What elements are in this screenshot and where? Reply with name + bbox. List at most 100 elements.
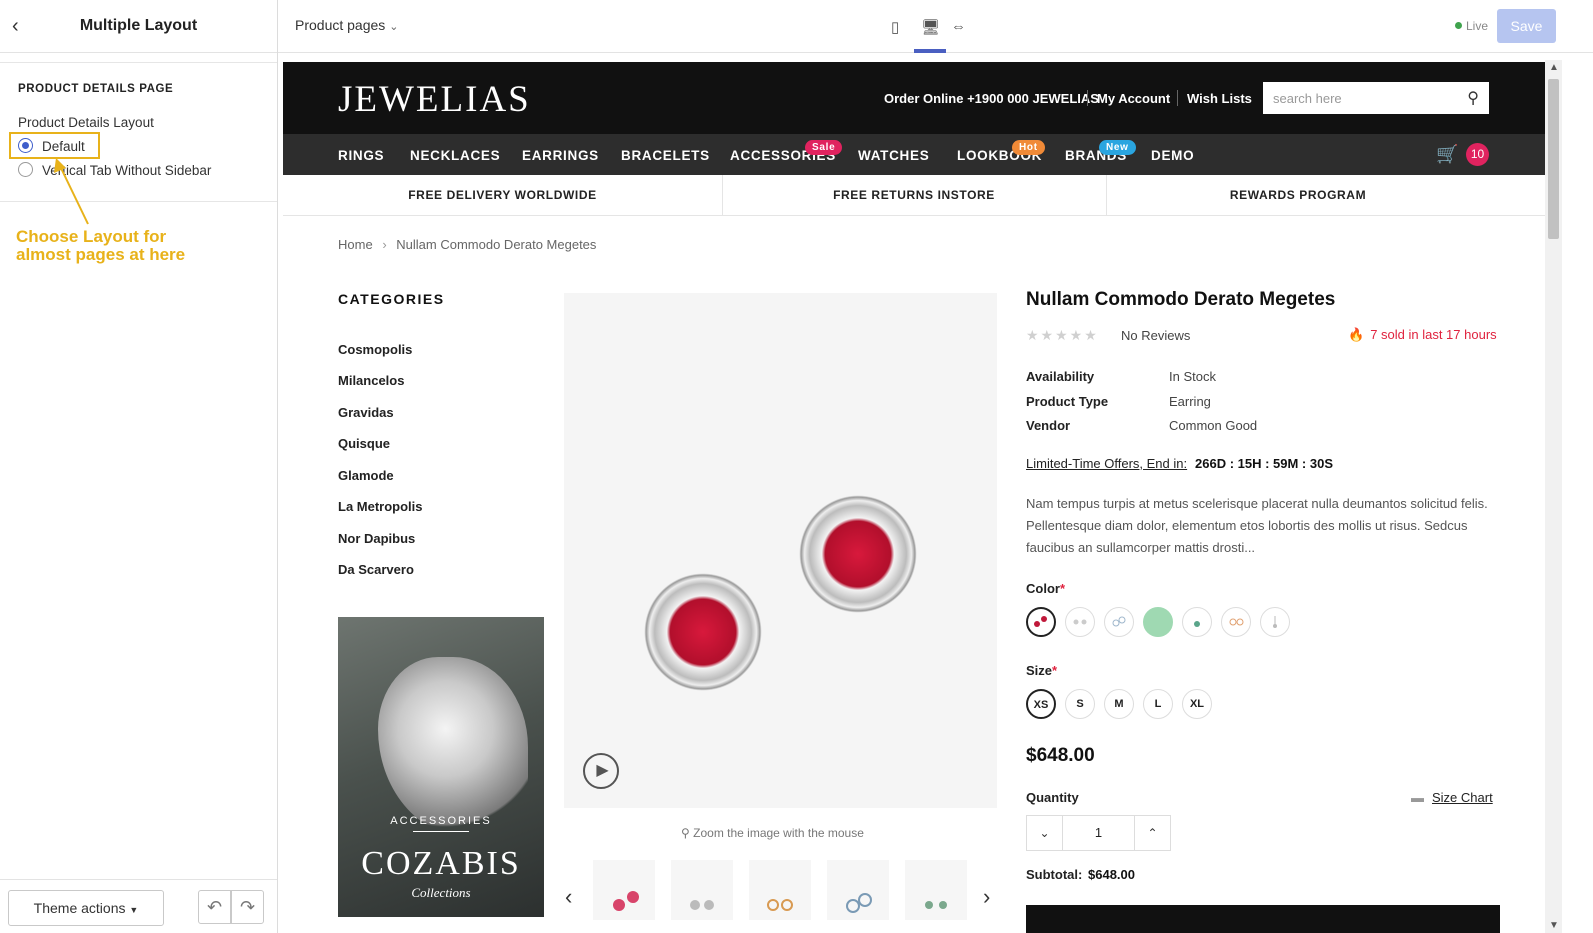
size-label-text: Size [1026, 663, 1053, 678]
size-chart-link[interactable]: ▬ Size Chart [1411, 790, 1493, 805]
quantity-input[interactable]: 1 [1063, 816, 1134, 850]
annotation-line-2: almost pages at here [16, 245, 186, 264]
nav-watches[interactable]: WATCHES [858, 148, 929, 163]
redo-icon[interactable]: ↷ [231, 890, 264, 924]
site-search[interactable]: search here ⚲ [1263, 82, 1489, 114]
rating-stars-icon[interactable]: ★★★★★ [1026, 327, 1099, 344]
header-divider [1087, 90, 1088, 106]
thumbnail[interactable] [827, 860, 889, 920]
nav-bracelets[interactable]: BRACELETS [621, 148, 710, 163]
search-icon[interactable]: ⚲ [1467, 88, 1479, 108]
category-link[interactable]: Glamode [338, 468, 394, 483]
color-swatch[interactable] [1260, 607, 1290, 637]
banner-subtitle: Collections [411, 885, 471, 900]
swatch-blue-earring-icon [1112, 616, 1126, 627]
required-marker: * [1052, 663, 1058, 678]
fullwidth-view-icon[interactable]: ⇔ [951, 18, 966, 35]
cart-icon[interactable]: 🛒 [1436, 144, 1458, 165]
thumbnail[interactable] [593, 860, 655, 920]
promo-banner[interactable]: ACCESSORIES COZABIS Collections [338, 617, 544, 917]
category-link[interactable]: Da Scarvero [338, 562, 414, 577]
reviews-count: No Reviews [1121, 328, 1191, 343]
desktop-view-icon[interactable]: 🖥 [921, 18, 940, 36]
search-input[interactable]: search here [1273, 91, 1342, 106]
size-option-xl[interactable]: XL [1182, 689, 1212, 719]
decrease-icon[interactable]: ⌄ [1027, 816, 1063, 850]
size-option-l[interactable]: L [1143, 689, 1173, 719]
zoom-hint: ⚲ Zoom the image with the mouse [681, 826, 864, 840]
banner-underline [413, 831, 469, 832]
nav-brands[interactable]: BRANDS New [1065, 140, 1136, 163]
category-link[interactable]: La Metropolis [338, 499, 423, 514]
add-to-cart-button[interactable] [1026, 905, 1500, 933]
scrollbar-thumb[interactable] [1548, 79, 1559, 239]
nav-rings[interactable]: RINGS [338, 148, 384, 163]
color-swatch[interactable] [1143, 607, 1173, 637]
panel-title: Multiple Layout [79, 17, 198, 34]
vendor-value[interactable]: Common Good [1169, 418, 1257, 433]
preview-scrollbar[interactable]: ▲ ▼ [1545, 60, 1562, 933]
product-main-image[interactable]: ▶ [564, 293, 997, 808]
increase-icon[interactable]: ⌃ [1134, 816, 1170, 850]
size-option-s[interactable]: S [1065, 689, 1095, 719]
category-link[interactable]: Milancelos [338, 373, 404, 388]
category-link[interactable]: Cosmopolis [338, 342, 412, 357]
my-account-link[interactable]: My Account [1097, 91, 1170, 106]
availability-label: Availability [1026, 369, 1095, 384]
product-title: Nullam Commodo Derato Megetes [1026, 289, 1336, 310]
category-link[interactable]: Nor Dapibus [338, 531, 415, 546]
radio-vertical-tab[interactable] [18, 162, 33, 177]
color-swatch[interactable] [1104, 607, 1134, 637]
theme-actions-button[interactable]: Theme actions ▼ [8, 890, 164, 926]
ruler-icon: ▬ [1411, 790, 1424, 805]
color-swatch[interactable] [1221, 607, 1251, 637]
nav-necklaces[interactable]: NECKLACES [410, 148, 500, 163]
editor-header: ‹ Multiple Layout [0, 0, 277, 53]
sale-badge: Sale [805, 140, 843, 155]
thumbnail[interactable] [905, 860, 967, 920]
scroll-up-icon[interactable]: ▲ [1549, 62, 1559, 73]
feature-delivery: FREE DELIVERY WORLDWIDE [408, 188, 597, 202]
wish-lists-link[interactable]: Wish Lists [1187, 91, 1252, 106]
chevron-right-icon: › [382, 237, 387, 252]
section-heading: PRODUCT DETAILS PAGE [18, 83, 174, 95]
thumbnail[interactable] [749, 860, 811, 920]
product-description: Nam tempus turpis at metus scelerisque p… [1026, 496, 1488, 555]
size-option-xs[interactable]: XS [1026, 689, 1056, 719]
live-label: Live [1466, 19, 1489, 33]
mobile-view-icon[interactable]: ▯ [891, 18, 899, 36]
swatch-gold-earring-icon [1229, 618, 1244, 626]
nav-lookbook[interactable]: LOOKBOOK Hot [957, 140, 1045, 163]
fire-icon: 🔥 [1348, 327, 1365, 342]
color-swatch[interactable] [1026, 607, 1056, 637]
size-option-m[interactable]: M [1104, 689, 1134, 719]
scroll-down-icon[interactable]: ▼ [1549, 920, 1559, 931]
thumb-next-icon[interactable]: › [983, 884, 990, 910]
nav-earrings[interactable]: EARRINGS [522, 148, 599, 163]
cart-count-badge[interactable]: 10 [1466, 143, 1489, 166]
feature-returns: FREE RETURNS INSTORE [833, 188, 995, 202]
color-swatch[interactable] [1065, 607, 1095, 637]
nav-accessories[interactable]: ACCESSORIES Sale [730, 140, 843, 163]
color-label-text: Color [1026, 581, 1060, 596]
undo-icon[interactable]: ↶ [198, 890, 231, 924]
category-link[interactable]: Gravidas [338, 405, 394, 420]
ring-image [378, 657, 528, 837]
zoom-hint-label: Zoom the image with the mouse [693, 826, 864, 840]
nav-demo[interactable]: DEMO [1151, 148, 1194, 163]
color-swatch[interactable] [1182, 607, 1212, 637]
swatch-teal-earring-icon [1194, 621, 1200, 627]
thumbnail[interactable] [671, 860, 733, 920]
product-price: $648.00 [1026, 745, 1095, 766]
thumb-prev-icon[interactable]: ‹ [565, 884, 572, 910]
live-status: Live [1455, 19, 1488, 33]
site-logo[interactable]: JEWELIAS [338, 78, 531, 121]
vendor-label: Vendor [1026, 418, 1071, 433]
swatch-red-earring-icon [1034, 616, 1047, 627]
field-label: Product Details Layout [18, 115, 154, 130]
play-video-icon[interactable]: ▶ [583, 753, 619, 789]
save-button[interactable]: Save [1497, 9, 1556, 43]
category-link[interactable]: Quisque [338, 436, 390, 451]
page-select[interactable]: Product pages ⌄ [295, 17, 398, 33]
breadcrumb-home[interactable]: Home [338, 237, 373, 252]
